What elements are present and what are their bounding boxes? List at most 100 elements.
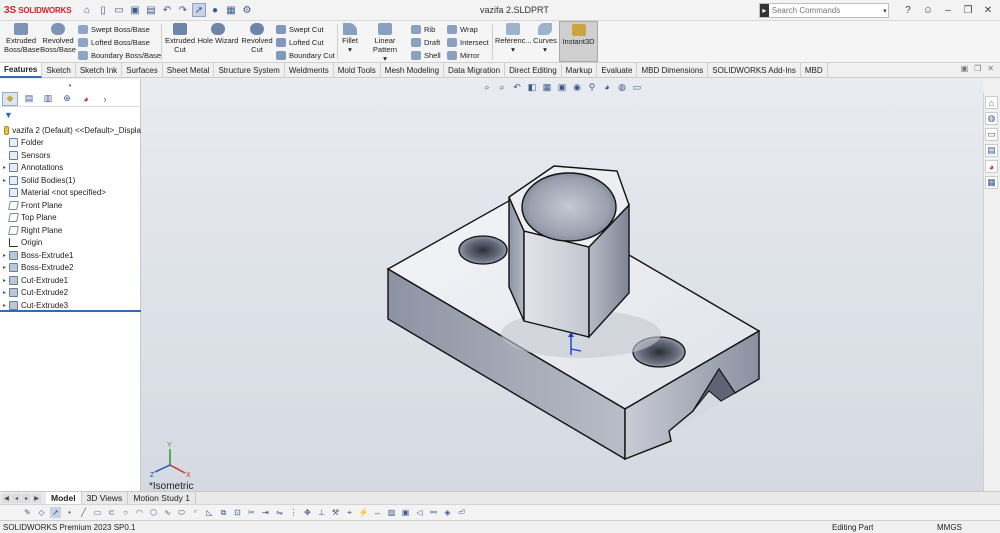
boundary-cut-button[interactable]: Boundary Cut xyxy=(276,49,335,61)
shell-button[interactable]: Shell xyxy=(411,49,441,61)
rib-button[interactable]: Rib xyxy=(411,23,435,35)
tab-mbd-dimensions[interactable]: MBD Dimensions xyxy=(637,63,709,78)
expand-arrow-icon[interactable]: ▸ xyxy=(0,264,9,271)
spline-icon[interactable]: ∿ xyxy=(162,507,173,518)
select-icon[interactable]: ➚ xyxy=(50,507,61,518)
save-icon[interactable]: ▣ xyxy=(128,3,142,17)
tab-mbd[interactable]: MBD xyxy=(801,63,828,78)
print-icon[interactable]: ▤ xyxy=(144,3,158,17)
relations-icon[interactable]: ⊥ xyxy=(316,507,327,518)
fillet-sketch-icon[interactable]: ◜ xyxy=(190,507,201,518)
file-properties-icon[interactable]: ▦ xyxy=(224,3,238,17)
search-mode-icon[interactable]: ▸ xyxy=(760,4,769,17)
expand-arrow-icon[interactable]: ▸ xyxy=(0,177,9,184)
tab-sheet-metal[interactable]: Sheet Metal xyxy=(163,63,215,78)
minimize-icon[interactable]: – xyxy=(940,2,956,18)
trim-icon[interactable]: ✂ xyxy=(246,507,257,518)
user-icon[interactable]: ☺ xyxy=(920,2,936,18)
last-tab-icon[interactable]: ▶ xyxy=(32,493,41,503)
extend-icon[interactable]: ⇥ xyxy=(260,507,271,518)
shaded-sketch-icon[interactable]: ▨ xyxy=(386,507,397,518)
circle-icon[interactable]: ○ xyxy=(120,507,131,518)
tab-sketch-ink[interactable]: Sketch Ink xyxy=(76,63,123,78)
search-input[interactable] xyxy=(768,4,882,17)
linear-sketch-pattern-icon[interactable]: ⋮ xyxy=(288,507,299,518)
bottom-tab-model[interactable]: Model xyxy=(46,491,82,505)
repair-sketch-icon[interactable]: ⚒ xyxy=(330,507,341,518)
swept-boss-button[interactable]: Swept Boss/Base xyxy=(78,23,150,35)
sketch-icon[interactable]: ✎ xyxy=(22,507,33,518)
solidworks-logo[interactable]: 3S SOLIDWORKS xyxy=(0,5,80,16)
extruded-cut-button[interactable]: Extruded Cut xyxy=(163,21,197,54)
curves-button[interactable]: Curves ▾ xyxy=(532,21,558,54)
arc-icon[interactable]: ◠ xyxy=(134,507,145,518)
tab-mold-tools[interactable]: Mold Tools xyxy=(334,63,381,78)
expand-arrow-icon[interactable]: › xyxy=(97,92,113,106)
tree-item-top-plane[interactable]: Top Plane xyxy=(0,212,141,225)
intersect-button[interactable]: Intersect xyxy=(447,36,489,48)
expand-arrow-icon[interactable]: ▸ xyxy=(0,302,9,309)
part-model[interactable]: Y X Z xyxy=(141,79,983,491)
exit-sketch-icon[interactable]: ⏎ xyxy=(456,507,467,518)
tab-data-migration[interactable]: Data Migration xyxy=(444,63,506,78)
dimension-icon[interactable]: ◁ xyxy=(414,507,425,518)
instant3d-button[interactable]: Instant3D xyxy=(559,21,598,62)
polygon-icon[interactable]: ⬡ xyxy=(148,507,159,518)
lofted-cut-button[interactable]: Lofted Cut xyxy=(276,36,324,48)
lofted-boss-button[interactable]: Lofted Boss/Base xyxy=(78,36,150,48)
design-library-icon[interactable]: ▭ xyxy=(985,128,998,141)
bottom-tab-3d-views[interactable]: 3D Views xyxy=(82,491,129,505)
swept-cut-button[interactable]: Swept Cut xyxy=(276,23,324,35)
mirror-entities-icon[interactable]: ⇋ xyxy=(274,507,285,518)
appearances-icon[interactable]: ◕ xyxy=(985,160,998,173)
custom-properties-icon[interactable]: ▦ xyxy=(985,176,998,189)
wrap-button[interactable]: Wrap xyxy=(447,23,478,35)
hole-wizard-button[interactable]: Hole Wizard xyxy=(197,21,239,45)
tree-item-annotations[interactable]: ▸ Annotations xyxy=(0,162,141,175)
tab-features[interactable]: Features xyxy=(0,63,43,78)
tab-sketch[interactable]: Sketch xyxy=(42,63,76,78)
tab-weldments[interactable]: Weldments xyxy=(285,63,334,78)
linear-pattern-button[interactable]: Linear Pattern ▾ xyxy=(362,21,408,63)
filter-icon[interactable]: ▼ xyxy=(0,107,140,122)
expand-arrow-icon[interactable]: ▸ xyxy=(0,252,9,259)
tree-item-material-not-specified[interactable]: Material <not specified> xyxy=(0,187,141,200)
revolved-boss-button[interactable]: Revolved Boss/Base xyxy=(40,21,76,54)
instant2d-icon[interactable]: ↔ xyxy=(372,507,383,518)
tree-item-boss-extrude1[interactable]: ▸ Boss-Extrude1 xyxy=(0,249,141,262)
select-pointer-icon[interactable]: ➚ xyxy=(192,3,206,17)
tree-root-part[interactable]: vazifa 2 (Default) <<Default>_Displa xyxy=(0,124,141,137)
resources-icon[interactable]: ◍ xyxy=(985,112,998,125)
help-icon[interactable]: ? xyxy=(900,2,916,18)
mirror-button[interactable]: Mirror xyxy=(447,49,480,61)
slot-icon[interactable]: ⊂ xyxy=(106,507,117,518)
move-entities-icon[interactable]: ✥ xyxy=(302,507,313,518)
prev-tab-icon[interactable]: ◂ xyxy=(12,493,21,503)
tree-item-folder[interactable]: Folder xyxy=(0,137,141,150)
close-icon[interactable]: ✕ xyxy=(980,2,996,18)
expand-arrow-icon[interactable]: ▸ xyxy=(0,277,9,284)
sketch-picture-icon[interactable]: ▣ xyxy=(400,507,411,518)
reference-geometry-button[interactable]: Referenc... ▾ xyxy=(495,21,532,54)
extruded-boss-button[interactable]: Extruded Boss/Base xyxy=(4,21,40,54)
feature-tree-tab-icon[interactable]: ◆ xyxy=(2,91,18,106)
property-manager-tab-icon[interactable]: ▤ xyxy=(21,92,37,106)
panel-grip[interactable]: • xyxy=(0,79,140,91)
expand-arrow-icon[interactable]: ▸ xyxy=(0,289,9,296)
ellipse-icon[interactable]: ⬭ xyxy=(176,507,187,518)
draft-button[interactable]: Draft xyxy=(411,36,440,48)
tree-item-cut-extrude1[interactable]: ▸ Cut-Extrude1 xyxy=(0,274,141,287)
first-tab-icon[interactable]: ◀ xyxy=(2,493,11,503)
configuration-manager-tab-icon[interactable]: ▥ xyxy=(40,92,56,106)
tab-surfaces[interactable]: Surfaces xyxy=(122,63,163,78)
home-task-icon[interactable]: ⌂ xyxy=(985,96,998,109)
bottom-tab-motion-study-1[interactable]: Motion Study 1 xyxy=(128,491,197,505)
display-manager-tab-icon[interactable]: ◕ xyxy=(78,92,94,106)
file-explorer-icon[interactable]: ▤ xyxy=(985,144,998,157)
display-delete-relations-icon[interactable]: ⚯ xyxy=(428,507,439,518)
smart-dimension-icon[interactable]: ◇ xyxy=(36,507,47,518)
tab-markup[interactable]: Markup xyxy=(562,63,598,78)
open-folder-icon[interactable]: ▭ xyxy=(112,3,126,17)
restore-pane-icon[interactable]: ❐ xyxy=(974,64,981,73)
tree-item-right-plane[interactable]: Right Plane xyxy=(0,224,141,237)
